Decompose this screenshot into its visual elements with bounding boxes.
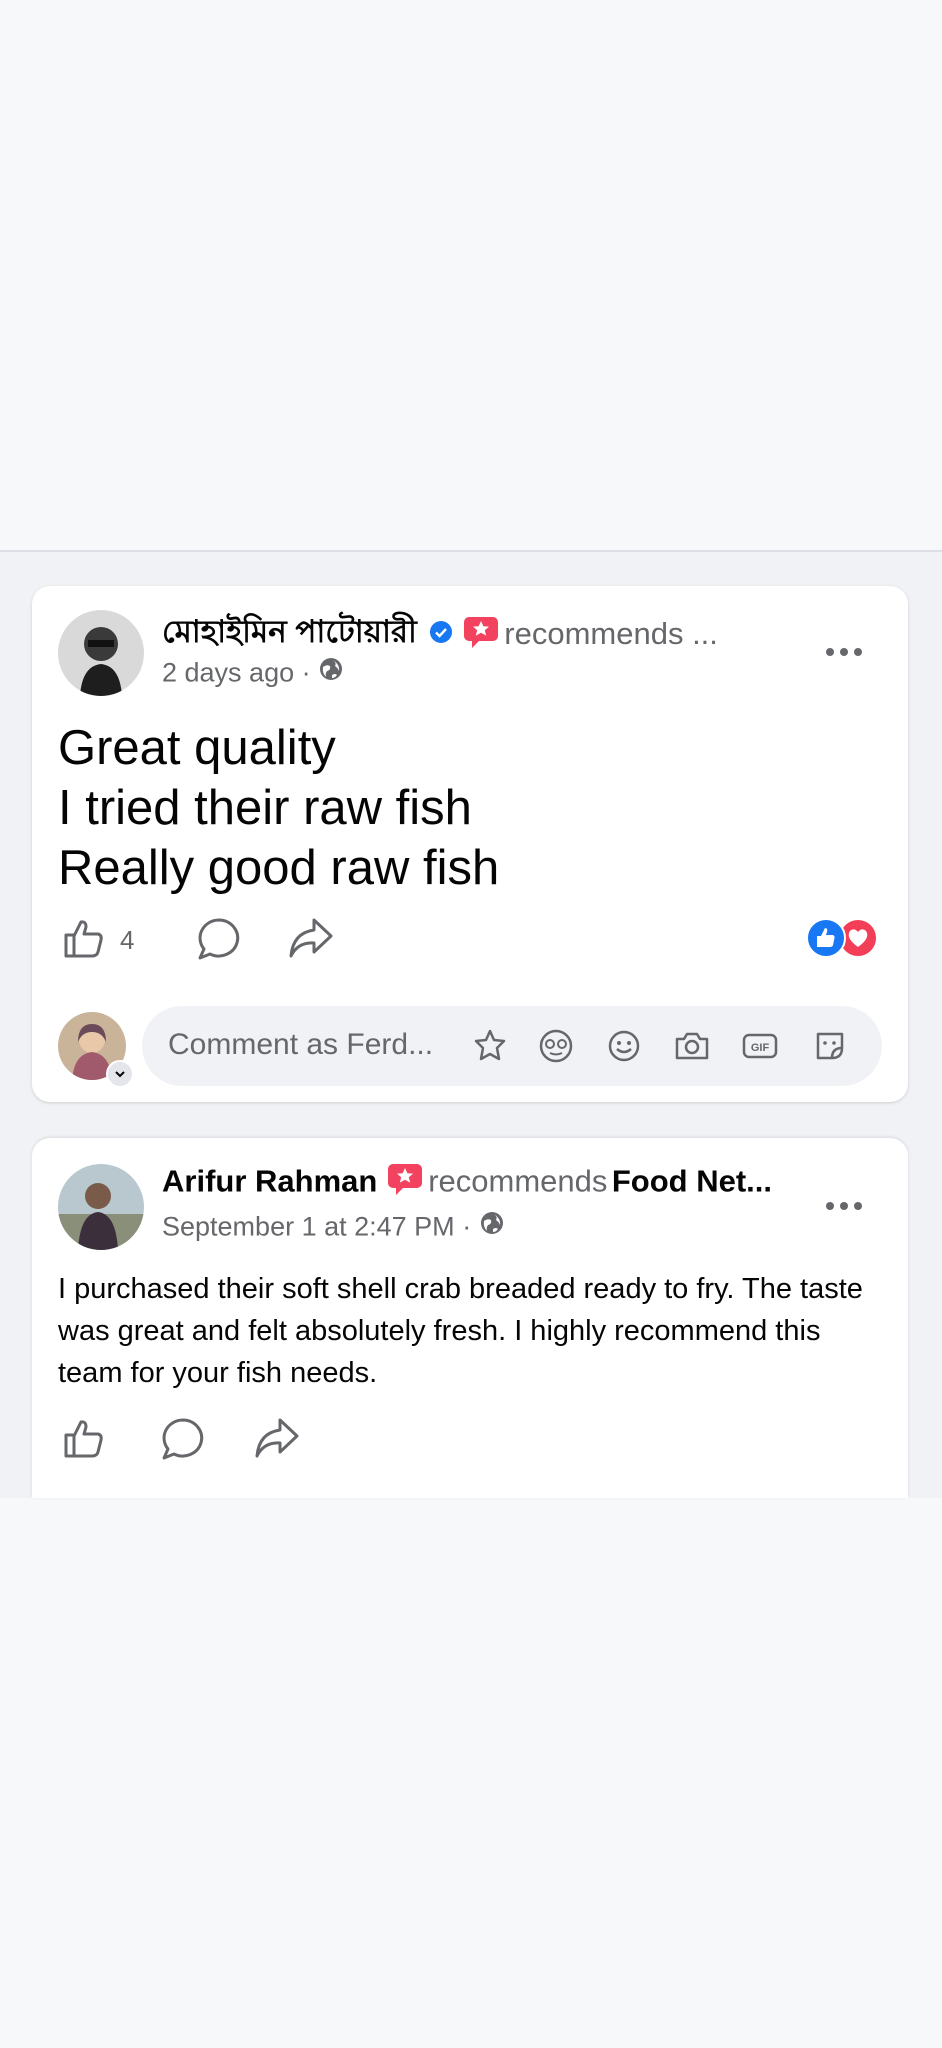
like-count: 4 (120, 925, 135, 955)
post-meta: September 1 at 2:47 PM · (162, 1210, 505, 1243)
share-button[interactable] (254, 1416, 300, 1465)
comment-placeholder: Comment as Ferd... (168, 1028, 434, 1061)
post-text-line: Great quality (58, 721, 336, 775)
comment-icon (196, 916, 242, 967)
like-icon (62, 1416, 106, 1465)
author-avatar[interactable] (58, 1164, 144, 1250)
previous-content-area (0, 0, 942, 552)
share-button[interactable] (288, 916, 334, 965)
post-text: Great quality I tried their raw fish Rea… (58, 718, 499, 898)
share-icon (288, 916, 334, 965)
gif-icon[interactable]: GIF (740, 1026, 780, 1066)
svg-text:GIF: GIF (751, 1042, 770, 1054)
sticker-icon[interactable] (810, 1026, 850, 1066)
post-meta: 2 days ago · (162, 656, 344, 689)
like-reaction-icon (806, 918, 846, 963)
recommend-badge-icon (386, 1162, 424, 1201)
meta-separator: · (462, 1211, 472, 1242)
author-name[interactable]: মোহাইমিন পাটোয়ারী (162, 614, 417, 649)
comment-icon (160, 1416, 206, 1467)
like-icon (62, 916, 106, 965)
like-button[interactable] (62, 1416, 106, 1465)
comment-input[interactable]: Comment as Ferd... GIF (142, 1006, 882, 1086)
post-text-line: Really good raw fish (58, 841, 500, 895)
avatar-sticker-icon[interactable] (470, 1026, 510, 1066)
comment-button[interactable] (196, 916, 242, 967)
camera-icon[interactable] (672, 1026, 712, 1066)
globe-icon (479, 1210, 505, 1243)
post-header: মোহাইমিন পাটোয়ারী recommends ... (162, 608, 798, 660)
chevron-down-icon[interactable] (106, 1060, 134, 1088)
more-options-icon[interactable] (824, 640, 864, 664)
comment-composer: Comment as Ferd... GIF (58, 1006, 882, 1092)
verified-badge-icon (429, 620, 453, 649)
author-avatar[interactable] (58, 610, 144, 696)
recommendation-post-1: মোহাইমিন পাটোয়ারী recommends ... 2 days… (32, 586, 908, 1102)
more-options-icon[interactable] (824, 1194, 864, 1218)
post-text-line: I tried their raw fish (58, 781, 472, 835)
like-button[interactable]: 4 (62, 916, 134, 965)
emoji-face-icon[interactable] (536, 1026, 576, 1066)
smile-icon[interactable] (604, 1026, 644, 1066)
reactions-summary[interactable] (806, 918, 878, 963)
share-icon (254, 1416, 300, 1465)
post-time[interactable]: September 1 at 2:47 PM (162, 1211, 455, 1241)
meta-separator: · (301, 657, 311, 688)
post-time[interactable]: 2 days ago (162, 657, 294, 687)
recommended-page-name[interactable]: Food Net... (612, 1164, 772, 1199)
author-name[interactable]: Arifur Rahman (162, 1164, 377, 1199)
recommends-text: recommends (428, 1163, 608, 1199)
post-header: Arifur Rahman recommends Food Net... (162, 1162, 798, 1201)
post-text: I purchased their soft shell crab breade… (58, 1273, 863, 1389)
globe-icon (318, 656, 344, 689)
recommend-badge-icon (462, 615, 500, 654)
comment-button[interactable] (160, 1416, 206, 1467)
recommends-text: recommends ... (504, 616, 718, 651)
recommendation-post-2: Arifur Rahman recommends Food Net... Sep… (32, 1138, 908, 1498)
